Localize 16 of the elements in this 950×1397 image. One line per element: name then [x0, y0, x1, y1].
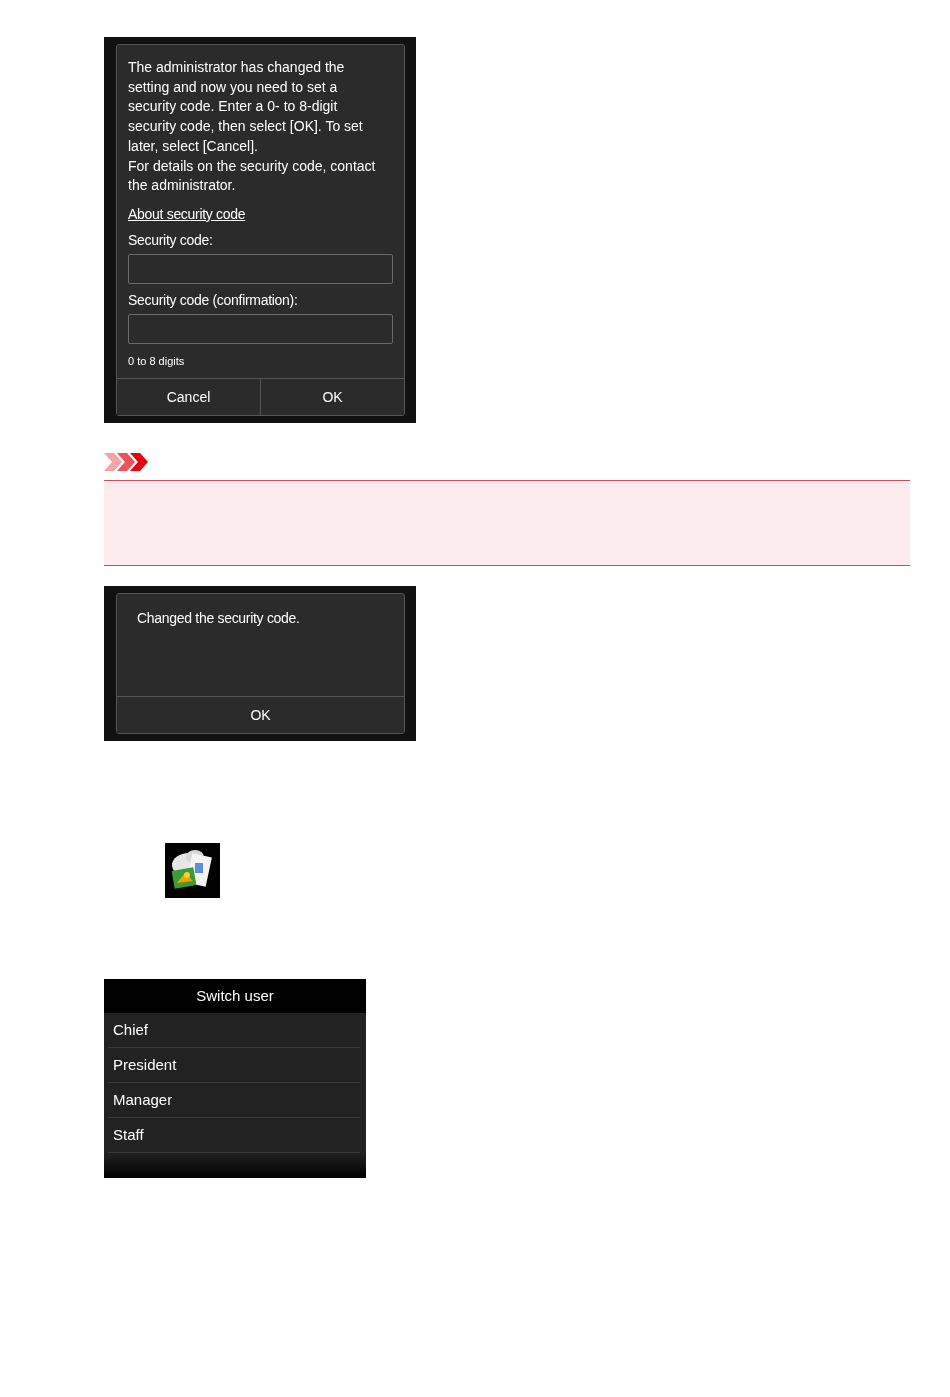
screen-title: Switch user — [104, 978, 366, 1013]
user-item[interactable]: Staff — [108, 1117, 360, 1153]
field-label: Security code (confirmation): — [128, 290, 299, 310]
about-link[interactable]: About security code — [128, 203, 246, 224]
user-item[interactable]: President — [108, 1047, 360, 1083]
input-field[interactable] — [128, 253, 393, 284]
dialog-message: The administrator has changed the setting and now you need to set a security code. Enter a 0- to 8-digit security code, then select [OK]. To set later, select [Cancel]. — [128, 58, 364, 156]
field-label: Security code: — [128, 230, 214, 250]
input-field[interactable] — [128, 313, 393, 344]
user-item[interactable]: Chief — [108, 1012, 360, 1048]
hint-text: 0 to 8 digits — [128, 353, 186, 368]
dialog-message: For details on the security code, contact the administrator. — [128, 156, 377, 196]
important-icon — [104, 452, 148, 471]
user-item[interactable]: Manager — [108, 1082, 360, 1118]
dialog-message: Changed the security code. — [136, 608, 301, 628]
ok-button[interactable]: OK — [260, 378, 404, 415]
